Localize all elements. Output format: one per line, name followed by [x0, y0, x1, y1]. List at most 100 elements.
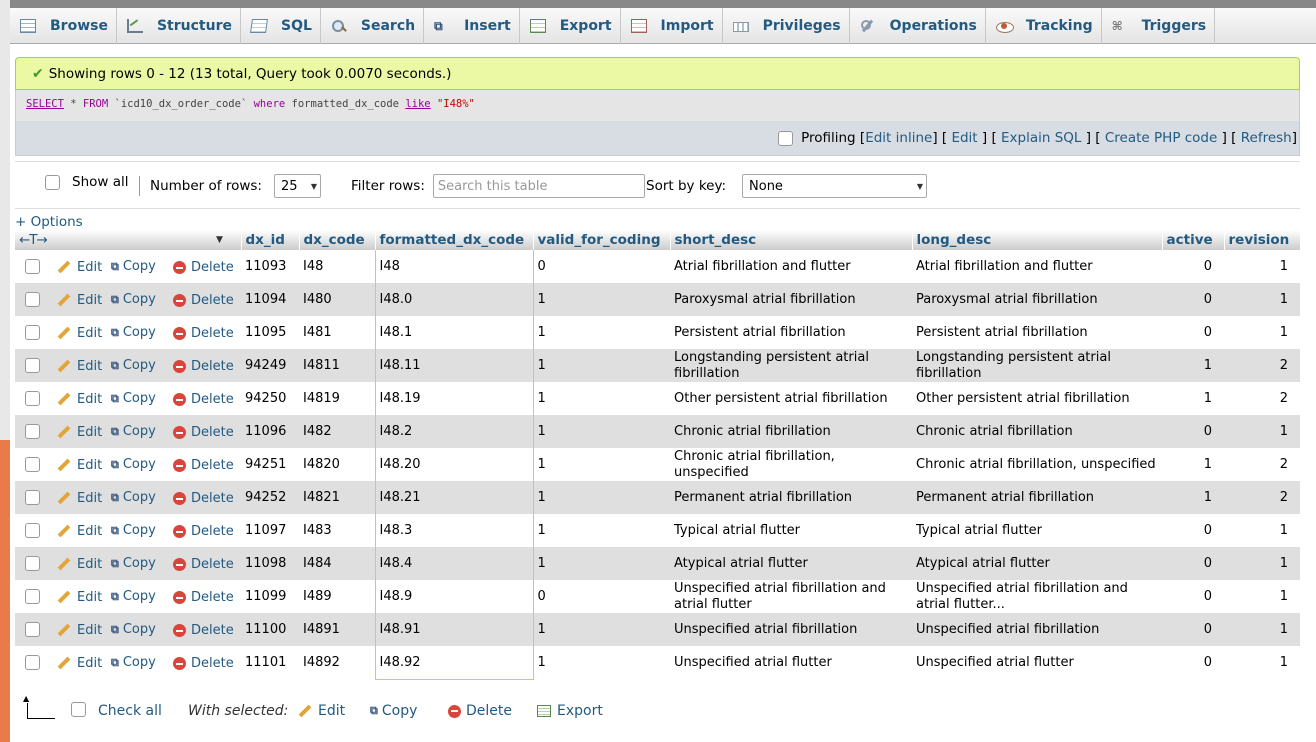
- column-header[interactable]: valid_for_coding: [533, 230, 671, 250]
- row-checkbox[interactable]: [25, 292, 40, 307]
- row-checkbox[interactable]: [25, 358, 40, 373]
- check-all-checkbox[interactable]: [71, 701, 86, 717]
- cell-revision[interactable]: 2: [1224, 349, 1300, 382]
- row-edit-button[interactable]: Edit: [57, 326, 102, 341]
- cell-valid-for-coding[interactable]: 1: [533, 283, 670, 316]
- column-header[interactable]: formatted_dx_code: [375, 230, 534, 250]
- cell-short-desc[interactable]: Permanent atrial fibrillation: [670, 481, 912, 514]
- profiling-checkbox[interactable]: [778, 130, 794, 146]
- column-header[interactable]: dx_id: [241, 230, 300, 250]
- tab-privileges[interactable]: Privileges: [723, 8, 850, 44]
- show-all-control[interactable]: Show all: [45, 174, 129, 190]
- bulk-edit-button[interactable]: Edit: [298, 703, 345, 719]
- rows-select[interactable]: 25 ▼: [273, 174, 321, 198]
- cell-active[interactable]: 0: [1162, 415, 1224, 448]
- row-edit-button[interactable]: Edit: [57, 260, 102, 275]
- cell-revision[interactable]: 1: [1224, 250, 1300, 283]
- column-header[interactable]: active: [1162, 230, 1225, 250]
- cell-revision[interactable]: 1: [1224, 316, 1300, 349]
- cell-short-desc[interactable]: Unspecified atrial fibrillation: [670, 613, 912, 646]
- column-header[interactable]: long_desc: [912, 230, 1163, 250]
- cell-valid-for-coding[interactable]: 0: [533, 580, 670, 613]
- cell-active[interactable]: 1: [1162, 481, 1224, 514]
- tab-export[interactable]: Export: [520, 8, 621, 44]
- row-delete-button[interactable]: Delete: [173, 326, 234, 341]
- cell-formatted-dx-code[interactable]: I48.19: [374, 382, 534, 415]
- cell-dx-code[interactable]: I4821: [299, 481, 375, 514]
- cell-short-desc[interactable]: Unspecified atrial flutter: [670, 646, 912, 679]
- edit-link[interactable]: Edit: [951, 130, 977, 146]
- column-header[interactable]: short_desc: [670, 230, 913, 250]
- row-copy-button[interactable]: ⧉ Copy: [111, 259, 156, 274]
- cell-active[interactable]: 0: [1162, 283, 1224, 316]
- row-delete-button[interactable]: Delete: [173, 656, 234, 671]
- cell-dx-id[interactable]: 11099: [241, 580, 299, 613]
- cell-valid-for-coding[interactable]: 1: [533, 646, 670, 679]
- row-delete-button[interactable]: Delete: [173, 590, 234, 605]
- row-checkbox[interactable]: [25, 655, 40, 670]
- sort-select[interactable]: None ▼: [742, 174, 928, 198]
- row-edit-button[interactable]: Edit: [57, 590, 102, 605]
- row-checkbox[interactable]: [25, 424, 40, 439]
- cell-active[interactable]: 0: [1162, 250, 1224, 283]
- cell-dx-id[interactable]: 11101: [241, 646, 299, 679]
- cell-dx-id[interactable]: 94249: [241, 349, 299, 382]
- row-copy-button[interactable]: ⧉ Copy: [111, 622, 156, 637]
- cell-valid-for-coding[interactable]: 1: [533, 547, 670, 580]
- cell-dx-id[interactable]: 11095: [241, 316, 299, 349]
- filter-input[interactable]: Search this table: [432, 174, 645, 198]
- cell-dx-code[interactable]: I484: [299, 547, 375, 580]
- row-checkbox[interactable]: [25, 589, 40, 604]
- row-edit-button[interactable]: Edit: [57, 623, 102, 638]
- cell-short-desc[interactable]: Chronic atrial fibrillation, unspecified: [670, 448, 912, 481]
- cell-formatted-dx-code[interactable]: I48.3: [374, 514, 534, 547]
- cell-short-desc[interactable]: Unspecified atrial fibrillation and atri…: [670, 580, 912, 613]
- row-edit-button[interactable]: Edit: [57, 293, 102, 308]
- cell-valid-for-coding[interactable]: 1: [533, 349, 670, 382]
- row-checkbox[interactable]: [25, 556, 40, 571]
- tab-structure[interactable]: Structure: [117, 8, 241, 44]
- cell-valid-for-coding[interactable]: 1: [533, 481, 670, 514]
- row-copy-button[interactable]: ⧉ Copy: [111, 325, 156, 340]
- cell-valid-for-coding[interactable]: 0: [533, 250, 670, 283]
- row-edit-button[interactable]: Edit: [57, 392, 102, 407]
- tab-triggers[interactable]: ⌘ Triggers: [1102, 8, 1216, 44]
- sql-keyword[interactable]: like: [405, 98, 430, 110]
- cell-formatted-dx-code[interactable]: I48.1: [374, 316, 534, 349]
- row-delete-button[interactable]: Delete: [173, 557, 234, 572]
- row-copy-button[interactable]: ⧉ Copy: [111, 292, 156, 307]
- cell-dx-code[interactable]: I4820: [299, 448, 375, 481]
- options-toggle[interactable]: + Options: [15, 214, 83, 230]
- cell-revision[interactable]: 1: [1224, 580, 1300, 613]
- cell-long-desc[interactable]: Permanent atrial fibrillation: [912, 481, 1162, 514]
- cell-formatted-dx-code[interactable]: I48.4: [374, 547, 534, 580]
- row-checkbox[interactable]: [25, 490, 40, 505]
- cell-valid-for-coding[interactable]: 1: [533, 514, 670, 547]
- row-delete-button[interactable]: Delete: [173, 458, 234, 473]
- row-edit-button[interactable]: Edit: [57, 359, 102, 374]
- tab-operations[interactable]: Operations: [850, 8, 986, 44]
- cell-formatted-dx-code[interactable]: I48.2: [374, 415, 534, 448]
- row-edit-button[interactable]: Edit: [57, 491, 102, 506]
- row-edit-button[interactable]: Edit: [57, 458, 102, 473]
- bulk-copy-button[interactable]: ⧉ Copy: [370, 703, 417, 719]
- cell-dx-id[interactable]: 11097: [241, 514, 299, 547]
- row-delete-button[interactable]: Delete: [173, 260, 234, 275]
- cell-revision[interactable]: 1: [1224, 415, 1300, 448]
- tab-tracking[interactable]: Tracking: [986, 8, 1102, 44]
- cell-long-desc[interactable]: Typical atrial flutter: [912, 514, 1162, 547]
- cell-active[interactable]: 0: [1162, 613, 1224, 646]
- cell-short-desc[interactable]: Chronic atrial fibrillation: [670, 415, 912, 448]
- row-delete-button[interactable]: Delete: [173, 623, 234, 638]
- row-checkbox[interactable]: [25, 457, 40, 472]
- row-delete-button[interactable]: Delete: [173, 392, 234, 407]
- row-copy-button[interactable]: ⧉ Copy: [111, 358, 156, 373]
- cell-valid-for-coding[interactable]: 1: [533, 316, 670, 349]
- cell-long-desc[interactable]: Unspecified atrial flutter: [912, 646, 1162, 679]
- cell-revision[interactable]: 2: [1224, 448, 1300, 481]
- cell-dx-code[interactable]: I482: [299, 415, 375, 448]
- cell-valid-for-coding[interactable]: 1: [533, 415, 670, 448]
- row-delete-button[interactable]: Delete: [173, 491, 234, 506]
- row-checkbox[interactable]: [25, 622, 40, 637]
- cell-revision[interactable]: 1: [1224, 613, 1300, 646]
